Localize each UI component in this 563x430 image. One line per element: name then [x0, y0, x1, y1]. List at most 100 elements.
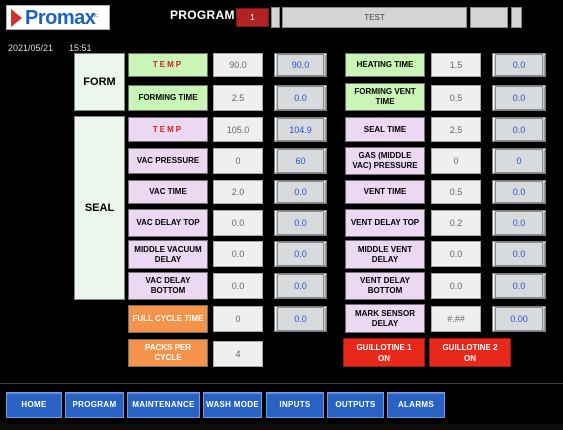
vac-delay-bottom-label: VAC DELAY BOTTOM: [128, 272, 208, 300]
gas-middle-vac-pressure-actual-value: 0: [495, 149, 543, 173]
middle-vacuum-delay-actual: 0.0: [274, 241, 327, 267]
vac-delay-bottom-setpoint[interactable]: 0.0: [213, 273, 263, 299]
vent-time-actual-value: 0.0: [495, 181, 543, 203]
vac-delay-top-actual: 0.0: [274, 210, 327, 236]
middle-vent-delay-actual: 0.0: [492, 241, 546, 267]
mark-sensor-delay-label: MARK SENSOR DELAY: [345, 304, 425, 333]
middle-vacuum-delay-label: MIDDLE VACUUM DELAY: [128, 240, 208, 269]
forming-time-setpoint[interactable]: 2.5: [213, 85, 263, 111]
seal-time-label: SEAL TIME: [345, 117, 425, 142]
vac-time-label: VAC TIME: [128, 180, 208, 204]
bottom-strip: [0, 424, 563, 430]
mark-sensor-delay-actual-value: 0.00: [495, 307, 543, 331]
vac-delay-top-actual-value: 0.0: [277, 211, 324, 235]
mark-sensor-delay-setpoint[interactable]: #.##: [431, 306, 481, 332]
vac-time-actual: 0.0: [274, 180, 327, 204]
form-temp-actual: 90.0: [274, 53, 327, 77]
vac-pressure-actual: 60: [274, 148, 327, 174]
forming-vent-time-actual: 0.0: [492, 85, 546, 111]
guillotine-2-label: GUILLOTINE 2: [442, 342, 498, 352]
vac-pressure-label: VAC PRESSURE: [128, 148, 208, 174]
nav-divider: [0, 383, 563, 384]
full-cycle-time-actual: 0.0: [274, 306, 327, 332]
heating-time-actual-value: 0.0: [495, 54, 543, 76]
forming-vent-time-setpoint[interactable]: 0.5: [431, 85, 481, 111]
guillotine-1-state: ON: [378, 353, 390, 363]
full-cycle-time-setpoint[interactable]: 0: [213, 306, 263, 332]
vac-delay-bottom-actual-value: 0.0: [277, 274, 324, 298]
heating-time-label: HEATING TIME: [345, 53, 425, 77]
program-select-button[interactable]: [470, 7, 508, 28]
form-temp-setpoint[interactable]: 90.0: [213, 53, 263, 77]
vac-pressure-setpoint[interactable]: 0: [213, 148, 263, 174]
middle-vent-delay-label: MIDDLE VENT DELAY: [345, 240, 425, 269]
form-temp-label: TEMP: [128, 53, 208, 77]
program-name-field[interactable]: TEST: [282, 7, 467, 28]
seal-temp-setpoint[interactable]: 105.0: [213, 117, 263, 142]
middle-vacuum-delay-setpoint[interactable]: 0.0: [213, 241, 263, 267]
vent-delay-top-setpoint[interactable]: 0.2: [431, 210, 481, 236]
form-temp-actual-value: 90.0: [277, 54, 324, 76]
nav-maintenance-button[interactable]: MAINTENANCE: [127, 392, 200, 418]
guillotine-2-button[interactable]: GUILLOTINE 2 ON: [429, 338, 511, 367]
middle-vent-delay-actual-value: 0.0: [495, 242, 543, 266]
vent-time-setpoint[interactable]: 0.5: [431, 180, 481, 204]
guillotine-1-button[interactable]: GUILLOTINE 1 ON: [343, 338, 425, 367]
time-display: 15:51: [69, 43, 92, 53]
program-next-button[interactable]: [511, 7, 522, 28]
full-cycle-time-actual-value: 0.0: [277, 307, 324, 331]
forming-vent-time-label: FORMING VENT TIME: [345, 83, 425, 111]
vent-delay-top-actual-value: 0.0: [495, 211, 543, 235]
nav-program-button[interactable]: PROGRAM: [65, 392, 124, 418]
vac-delay-top-setpoint[interactable]: 0.0: [213, 210, 263, 236]
forming-time-label: FORMING TIME: [128, 85, 208, 111]
vac-pressure-actual-value: 60: [277, 149, 324, 173]
seal-time-setpoint[interactable]: 2.5: [431, 117, 481, 142]
nav-alarms-button[interactable]: ALARMS: [387, 392, 445, 418]
gas-middle-vac-pressure-actual: 0: [492, 148, 546, 174]
seal-temp-label: TEMP: [128, 117, 208, 142]
forming-time-actual-value: 0.0: [277, 86, 324, 110]
guillotine-2-state: ON: [464, 353, 476, 363]
date-display: 2021/05/21: [8, 43, 54, 53]
promax-logo: Promax Inc.: [6, 5, 110, 30]
vent-time-actual: 0.0: [492, 180, 546, 204]
middle-vent-delay-setpoint[interactable]: 0.0: [431, 241, 481, 267]
nav-outputs-button[interactable]: OUTPUTS: [327, 392, 384, 418]
gas-middle-vac-pressure-label: GAS (MIDDLE VAC) PRESSURE: [345, 147, 425, 175]
full-cycle-time-label: FULL CYCLE TIME: [128, 305, 208, 333]
vent-time-label: VENT TIME: [345, 180, 425, 204]
packs-per-cycle-label: PACKS PER CYCLE: [128, 339, 208, 367]
middle-vacuum-delay-actual-value: 0.0: [277, 242, 324, 266]
promax-logo-icon: [11, 9, 22, 27]
logo-suffix: Inc.: [91, 13, 100, 19]
forming-vent-time-actual-value: 0.0: [495, 86, 543, 110]
vent-delay-top-label: VENT DELAY TOP: [345, 209, 425, 237]
program-prev-button[interactable]: [271, 7, 280, 28]
nav-wash-mode-button[interactable]: WASH MODE: [203, 392, 262, 418]
program-header-label: PROGRAM: [170, 8, 235, 22]
nav-inputs-button[interactable]: INPUTS: [266, 392, 324, 418]
mark-sensor-delay-actual: 0.00: [492, 306, 546, 332]
vac-time-setpoint[interactable]: 2.0: [213, 180, 263, 204]
vent-delay-top-actual: 0.0: [492, 210, 546, 236]
nav-home-button[interactable]: HOME: [6, 392, 62, 418]
seal-temp-actual: 104.9: [274, 117, 327, 142]
vent-delay-bottom-label: VENT DELAY BOTTOM: [345, 272, 425, 300]
vent-delay-bottom-actual-value: 0.0: [495, 274, 543, 298]
heating-time-actual: 0.0: [492, 53, 546, 77]
gas-middle-vac-pressure-setpoint[interactable]: 0: [431, 148, 481, 174]
vent-delay-bottom-setpoint[interactable]: 0.0: [431, 273, 481, 299]
seal-temp-actual-value: 104.9: [277, 118, 324, 141]
vent-delay-bottom-actual: 0.0: [492, 273, 546, 299]
packs-per-cycle-value[interactable]: 4: [213, 341, 263, 367]
program-number-field[interactable]: 1: [236, 8, 269, 27]
logo-text: Promax: [25, 7, 96, 29]
vac-delay-top-label: VAC DELAY TOP: [128, 209, 208, 237]
forming-time-actual: 0.0: [274, 85, 327, 111]
seal-section-label: SEAL: [74, 116, 125, 300]
seal-time-actual-value: 0.0: [495, 118, 543, 141]
heating-time-setpoint[interactable]: 1.5: [431, 53, 481, 77]
vac-time-actual-value: 0.0: [277, 181, 324, 203]
seal-time-actual: 0.0: [492, 117, 546, 142]
